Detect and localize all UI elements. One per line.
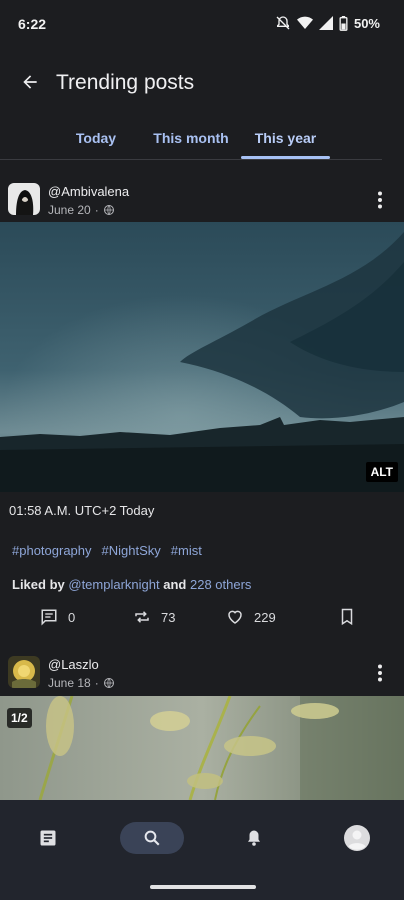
post-date: June 18 [48, 676, 91, 690]
profile-icon [344, 825, 370, 851]
tabs-divider [0, 159, 382, 160]
signal-icon [318, 16, 333, 30]
hashtag-link[interactable]: #NightSky [102, 543, 161, 558]
post-more-button[interactable] [368, 661, 392, 685]
meta-separator: · [94, 676, 99, 690]
mute-icon [276, 16, 290, 30]
reply-button[interactable]: 0 [40, 605, 75, 629]
hashtag-link[interactable]: #mist [171, 543, 202, 558]
media-page-indicator: 1/2 [7, 708, 32, 728]
nav-notifications[interactable] [222, 822, 286, 854]
wifi-icon [296, 16, 313, 29]
post-username[interactable]: @Laszlo [48, 657, 99, 672]
nav-profile[interactable] [325, 822, 389, 854]
heart-icon [228, 610, 242, 624]
tab-this-year[interactable]: This year [241, 118, 330, 160]
bell-icon [248, 830, 260, 846]
boost-button[interactable]: 73 [133, 605, 175, 629]
tab-bar: Today This month This year [0, 118, 404, 160]
status-time: 6:22 [18, 16, 47, 32]
reply-count: 0 [68, 609, 76, 625]
post-image[interactable] [0, 696, 404, 800]
post-meta: June 18 · [48, 676, 115, 690]
status-icons: 50% [275, 14, 380, 32]
liked-by-conj: and [163, 577, 187, 592]
repeat-icon [135, 611, 149, 623]
search-icon [144, 830, 160, 846]
liked-by-line: Liked by @templarknight and 228 others [12, 577, 251, 592]
arrow-left-icon [23, 75, 37, 89]
avatar[interactable] [8, 656, 40, 688]
globe-icon [103, 205, 114, 215]
nav-home[interactable] [16, 822, 80, 854]
boost-count: 73 [161, 609, 176, 625]
meta-separator: · [94, 203, 99, 217]
battery-icon [339, 15, 348, 31]
post-caption: 01:58 A.M. UTC+2 Today [9, 503, 155, 518]
hashtag-link[interactable]: #photography [12, 543, 92, 558]
feed-icon [40, 830, 56, 846]
post-date: June 20 [48, 203, 91, 217]
nav-search[interactable] [120, 822, 184, 854]
back-button[interactable] [12, 64, 48, 100]
post-more-button[interactable] [368, 188, 392, 212]
hashtag-list: #photography #NightSky #mist [12, 543, 202, 558]
tab-today[interactable]: Today [64, 118, 128, 160]
page-title: Trending posts [56, 71, 195, 94]
globe-icon [103, 678, 114, 688]
post-image[interactable]: ALT [0, 222, 404, 492]
post-username[interactable]: @Ambivalena [48, 184, 129, 199]
favourite-button[interactable]: 229 [226, 605, 276, 629]
tab-this-month[interactable]: This month [146, 118, 236, 160]
battery-percent: 50% [353, 15, 380, 31]
alt-badge[interactable]: ALT [365, 462, 398, 482]
favourite-count: 229 [254, 609, 276, 625]
comment-icon [41, 609, 57, 626]
bookmark-icon [341, 608, 353, 626]
avatar[interactable] [8, 183, 40, 215]
more-vertical-icon [378, 191, 382, 209]
status-bar: 6:22 50% [0, 0, 404, 48]
more-vertical-icon [378, 664, 382, 682]
bookmark-button[interactable] [339, 605, 355, 629]
post-meta: June 20 · [48, 203, 115, 217]
liked-by-user-link[interactable]: @templarknight [68, 577, 159, 592]
home-indicator[interactable] [150, 885, 256, 889]
liked-by-prefix: Liked by [12, 577, 65, 592]
liked-by-others-link[interactable]: 228 others [190, 577, 251, 592]
